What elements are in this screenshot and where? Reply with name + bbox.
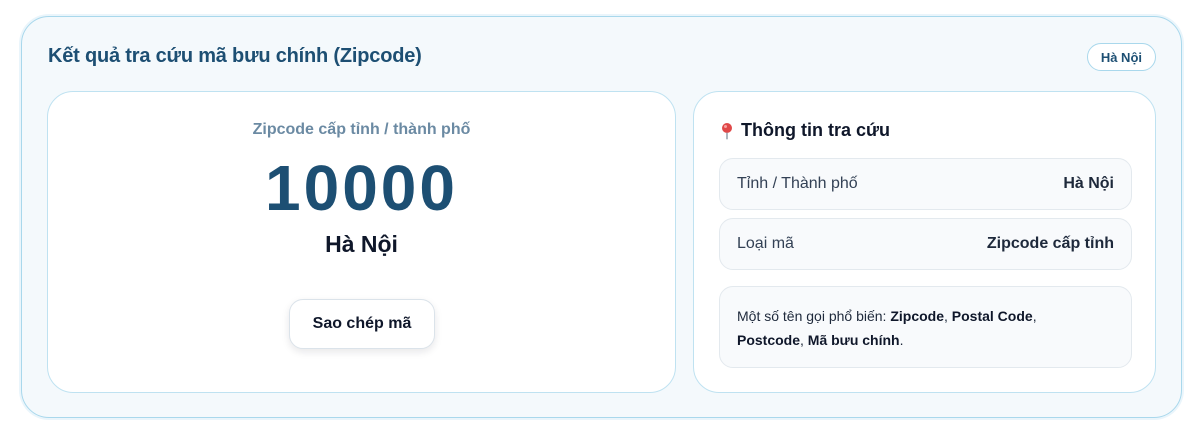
- page-title: Kết quả tra cứu mã bưu chính (Zipcode): [48, 45, 422, 67]
- period: .: [899, 332, 904, 348]
- province-label: Tỉnh / Thành phố: [737, 175, 858, 192]
- zipcode-city: Hà Nội: [325, 231, 398, 257]
- common-names-note: Một số tên gọi phổ biến: Zipcode, Postal…: [719, 286, 1132, 368]
- zipcode-level-label: Zipcode cấp tỉnh / thành phố: [252, 121, 471, 138]
- separator: ,: [944, 308, 952, 324]
- map-pin-icon: [719, 122, 735, 140]
- zipcode-result-card: Kết quả tra cứu mã bưu chính (Zipcode) H…: [21, 16, 1182, 418]
- city-badge: Hà Nội: [1086, 43, 1156, 71]
- zipcode-panel: Zipcode cấp tỉnh / thành phố 10000 Hà Nộ…: [47, 91, 676, 393]
- info-row-province: Tỉnh / Thành phố Hà Nội: [719, 158, 1132, 210]
- info-row-code-type: Loại mã Zipcode cấp tỉnh: [719, 218, 1132, 270]
- code-type-value: Zipcode cấp tỉnh: [986, 235, 1114, 252]
- common-names-prefix: Một số tên gọi phổ biến:: [737, 308, 891, 324]
- zipcode-value: 10000: [265, 152, 458, 224]
- province-value: Hà Nội: [1063, 175, 1114, 192]
- info-heading: Thông tin tra cứu: [719, 120, 890, 141]
- name-ma-buu-chinh: Mã bưu chính: [807, 332, 900, 348]
- separator: ,: [800, 332, 808, 348]
- code-type-label: Loại mã: [737, 235, 794, 252]
- copy-code-button[interactable]: Sao chép mã: [289, 299, 435, 349]
- lookup-info-panel: Thông tin tra cứu Tỉnh / Thành phố Hà Nộ…: [693, 91, 1156, 393]
- name-zipcode: Zipcode: [890, 308, 944, 324]
- separator: ,: [1032, 308, 1037, 324]
- name-postcode: Postcode: [737, 332, 801, 348]
- info-title: Thông tin tra cứu: [741, 120, 891, 140]
- name-postal-code: Postal Code: [951, 308, 1033, 324]
